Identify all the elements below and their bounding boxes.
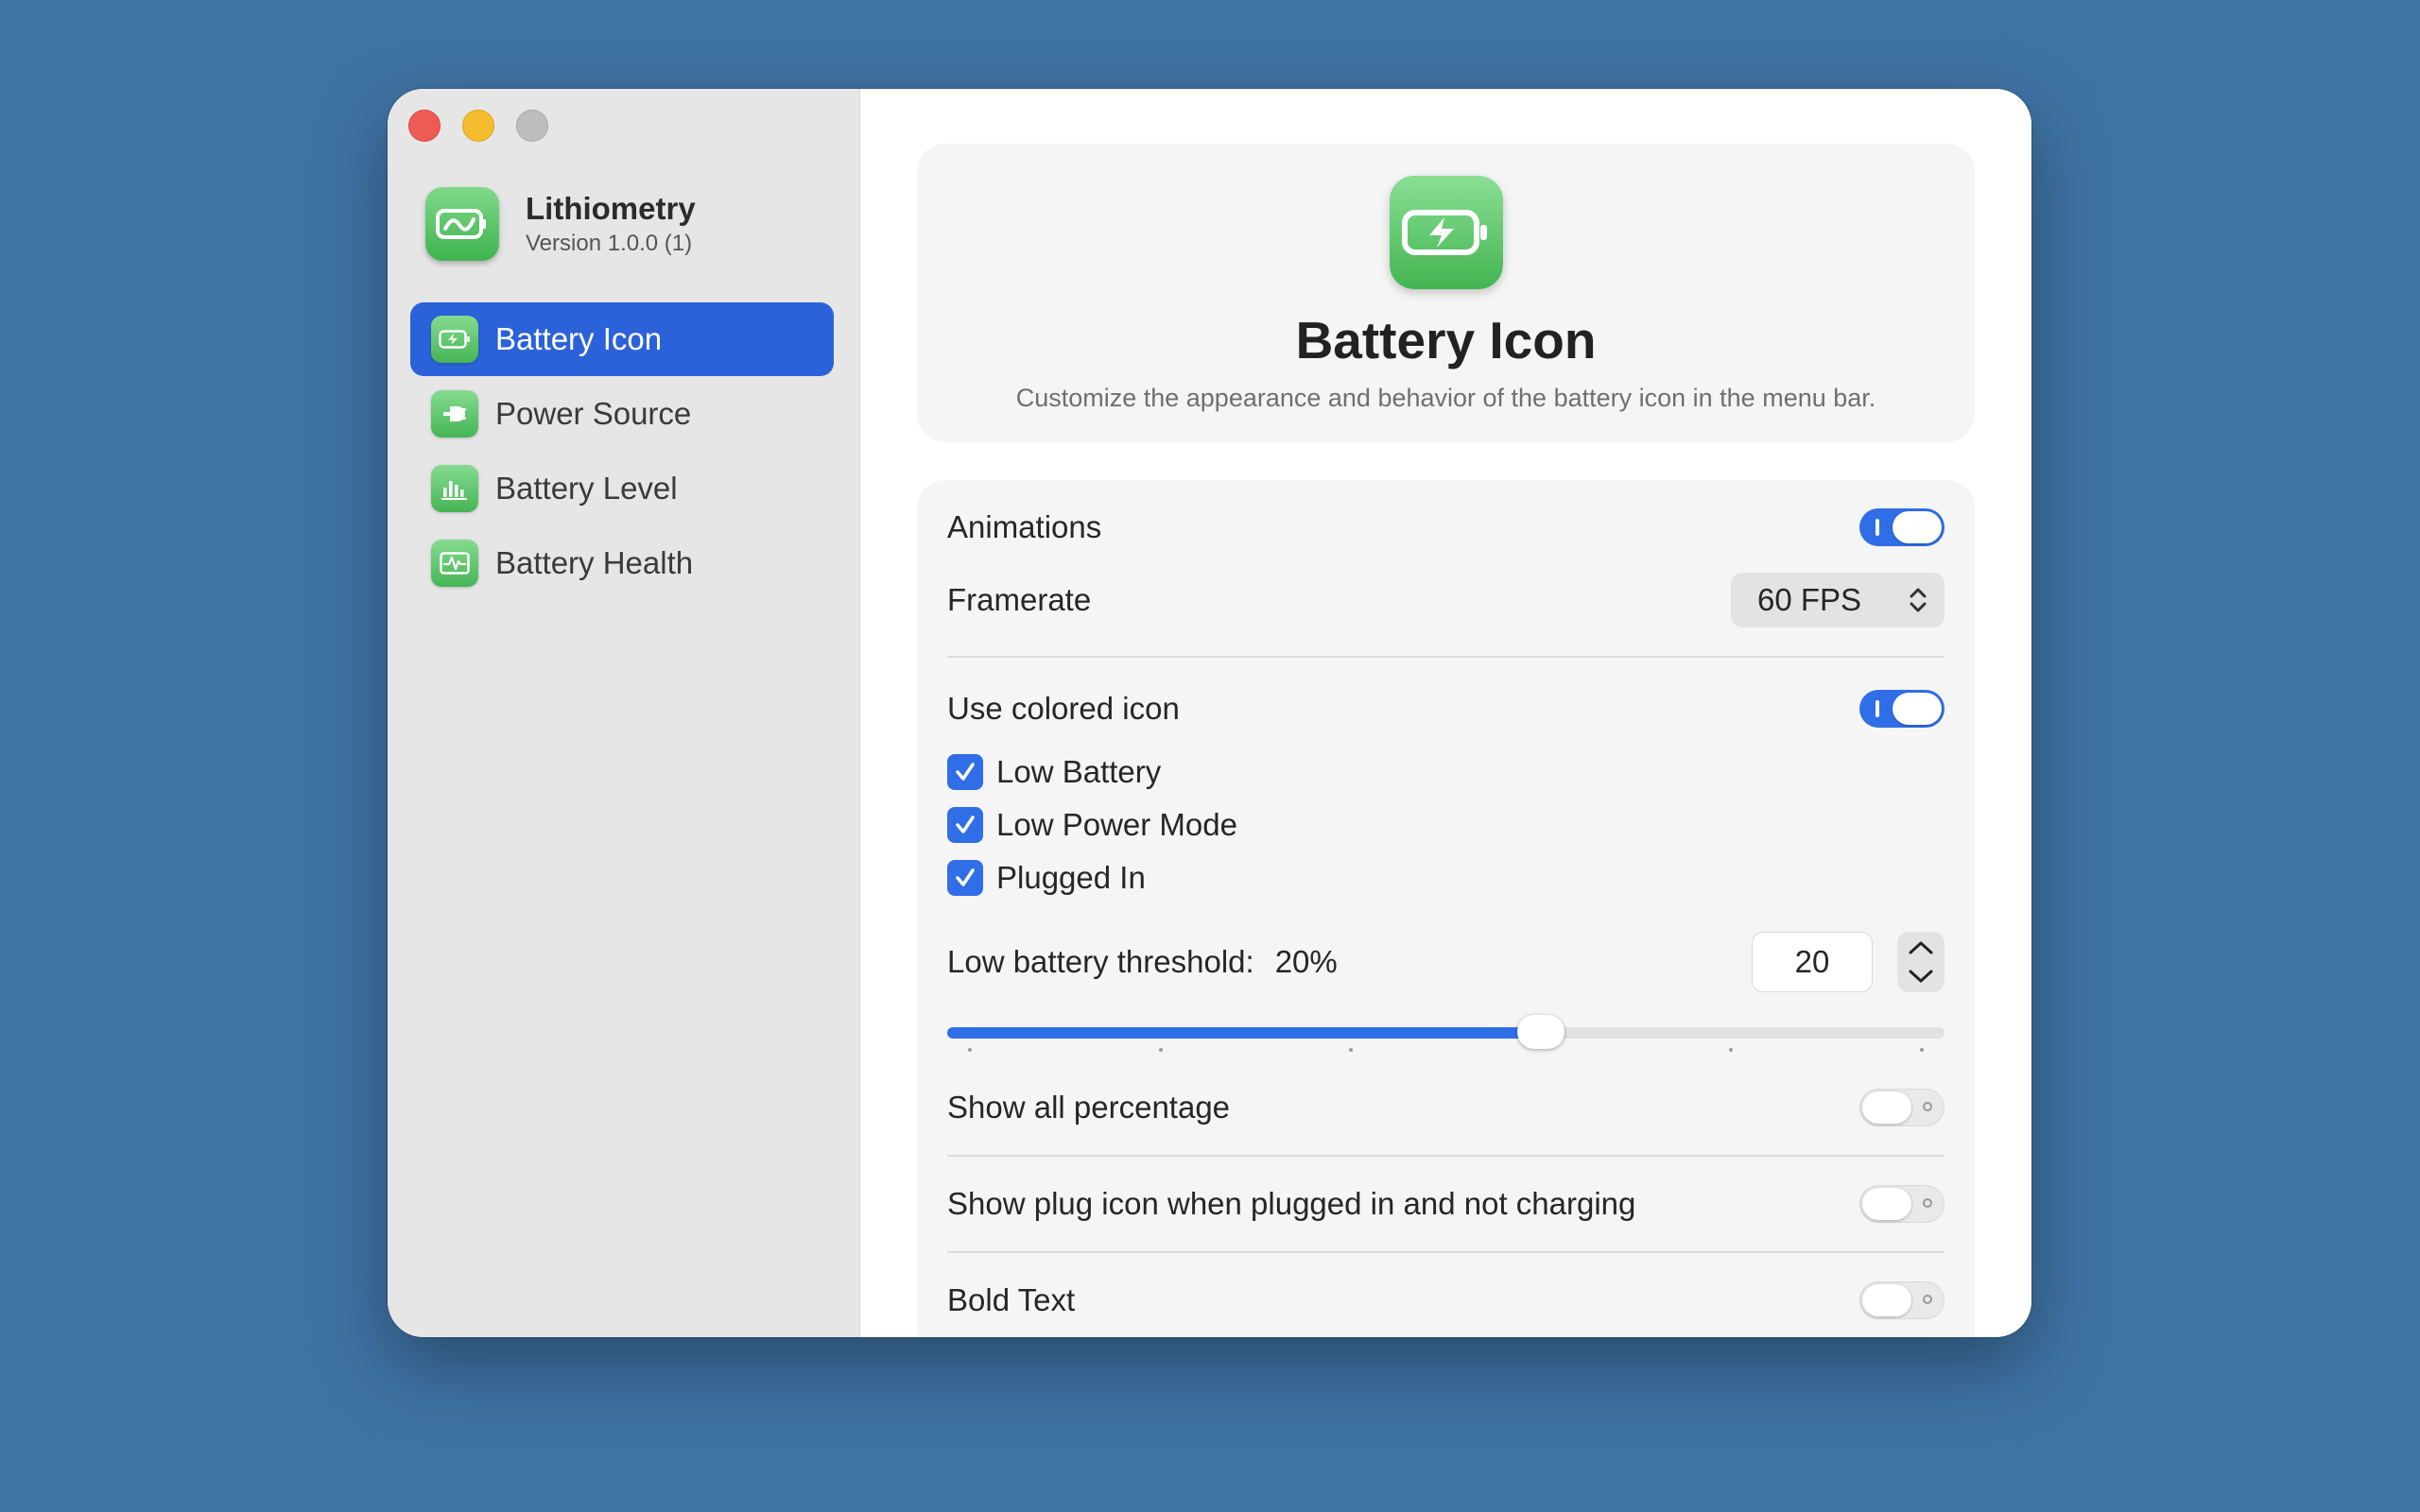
app-logo-icon (425, 187, 499, 261)
sidebar-item-battery-health[interactable]: Battery Health (410, 526, 834, 600)
show-plug-icon-toggle[interactable] (1859, 1185, 1945, 1223)
framerate-value: 60 FPS (1757, 582, 1862, 617)
bar-chart-icon (431, 465, 478, 512)
slider-tick (1919, 1048, 1924, 1052)
show-all-percentage-label: Show all percentage (947, 1090, 1231, 1125)
heartbeat-icon (431, 540, 478, 587)
framerate-row: Framerate 60 FPS (947, 573, 1945, 627)
low-battery-checkbox[interactable] (947, 754, 983, 790)
plugged-in-checkbox[interactable] (947, 860, 983, 896)
zoom-window-button[interactable] (516, 110, 548, 142)
threshold-label: Low battery threshold: (947, 944, 1254, 979)
divider (947, 656, 1945, 658)
divider (947, 1155, 1945, 1157)
slider-tick (968, 1048, 973, 1052)
detail-pane: Battery Icon Customize the appearance an… (860, 89, 2031, 1337)
animations-label: Animations (947, 509, 1102, 544)
chevron-up-icon (1909, 941, 1933, 954)
show-plug-icon-label: Show plug icon when plugged in and not c… (947, 1186, 1636, 1221)
sidebar-item-label: Battery Icon (495, 321, 663, 356)
colored-icon-label: Use colored icon (947, 691, 1180, 726)
low-power-mode-checkbox[interactable] (947, 807, 983, 843)
colored-icon-row: Use colored icon (947, 690, 1945, 728)
close-window-button[interactable] (408, 110, 441, 142)
page-subtitle: Customize the appearance and behavior of… (1015, 384, 1876, 412)
plugged-in-checkbox-row[interactable]: Plugged In (947, 860, 1146, 896)
slider-thumb[interactable] (1516, 1015, 1564, 1049)
low-power-mode-label: Low Power Mode (996, 807, 1237, 842)
minimize-window-button[interactable] (462, 110, 494, 142)
settings-window: Lithiometry Version 1.0.0 (1) Battery Ic… (388, 89, 2031, 1337)
battery-charging-icon (431, 316, 478, 363)
bold-text-toggle[interactable] (1859, 1281, 1945, 1319)
settings-panel: Animations Framerate 60 FPS Use colored … (917, 480, 1975, 1337)
app-version: Version 1.0.0 (1) (526, 231, 693, 256)
animations-row: Animations (947, 508, 1945, 546)
app-header: Lithiometry Version 1.0.0 (1) (425, 187, 696, 261)
page-header-card: Battery Icon Customize the appearance an… (917, 144, 1975, 442)
plug-icon (431, 390, 478, 438)
show-plug-icon-row: Show plug icon when plugged in and not c… (947, 1185, 1945, 1223)
low-power-mode-checkbox-row[interactable]: Low Power Mode (947, 807, 1237, 843)
window-controls (408, 110, 548, 142)
colored-icon-toggle[interactable] (1859, 690, 1945, 728)
show-all-percentage-row: Show all percentage (947, 1089, 1945, 1126)
sidebar-nav: Battery Icon Power Source Battery Level … (410, 302, 834, 601)
divider (947, 1251, 1945, 1253)
sidebar-item-battery-level[interactable]: Battery Level (410, 452, 834, 525)
slider-tick (1729, 1048, 1734, 1052)
slider-tick (1349, 1048, 1354, 1052)
sidebar-item-label: Battery Health (495, 545, 694, 580)
animations-toggle[interactable] (1859, 508, 1945, 546)
framerate-select[interactable]: 60 FPS (1731, 573, 1945, 627)
sidebar: Lithiometry Version 1.0.0 (1) Battery Ic… (388, 89, 860, 1337)
bold-text-row: Bold Text (947, 1281, 1945, 1319)
threshold-input[interactable]: 20 (1752, 932, 1873, 992)
framerate-label: Framerate (947, 582, 1092, 617)
threshold-row: Low battery threshold: 20% 20 (947, 932, 1945, 992)
chevron-down-icon (1909, 970, 1933, 983)
threshold-percent: 20% (1274, 944, 1338, 979)
sidebar-item-power-source[interactable]: Power Source (410, 377, 834, 451)
slider-tick (1158, 1048, 1163, 1052)
sidebar-item-label: Power Source (495, 396, 692, 431)
chevron-updown-icon (1910, 588, 1927, 612)
low-battery-checkbox-row[interactable]: Low Battery (947, 754, 1161, 790)
plugged-in-label: Plugged In (996, 860, 1146, 895)
show-all-percentage-toggle[interactable] (1859, 1089, 1945, 1126)
bold-text-label: Bold Text (947, 1282, 1076, 1317)
battery-charging-icon (1389, 176, 1503, 289)
threshold-slider[interactable] (947, 1013, 1945, 1052)
threshold-stepper[interactable] (1897, 932, 1945, 992)
app-name: Lithiometry (526, 191, 696, 226)
low-battery-label: Low Battery (996, 754, 1162, 789)
slider-fill (947, 1027, 1541, 1039)
sidebar-item-battery-icon[interactable]: Battery Icon (410, 302, 834, 376)
page-title: Battery Icon (1295, 311, 1597, 369)
sidebar-item-label: Battery Level (495, 471, 678, 506)
